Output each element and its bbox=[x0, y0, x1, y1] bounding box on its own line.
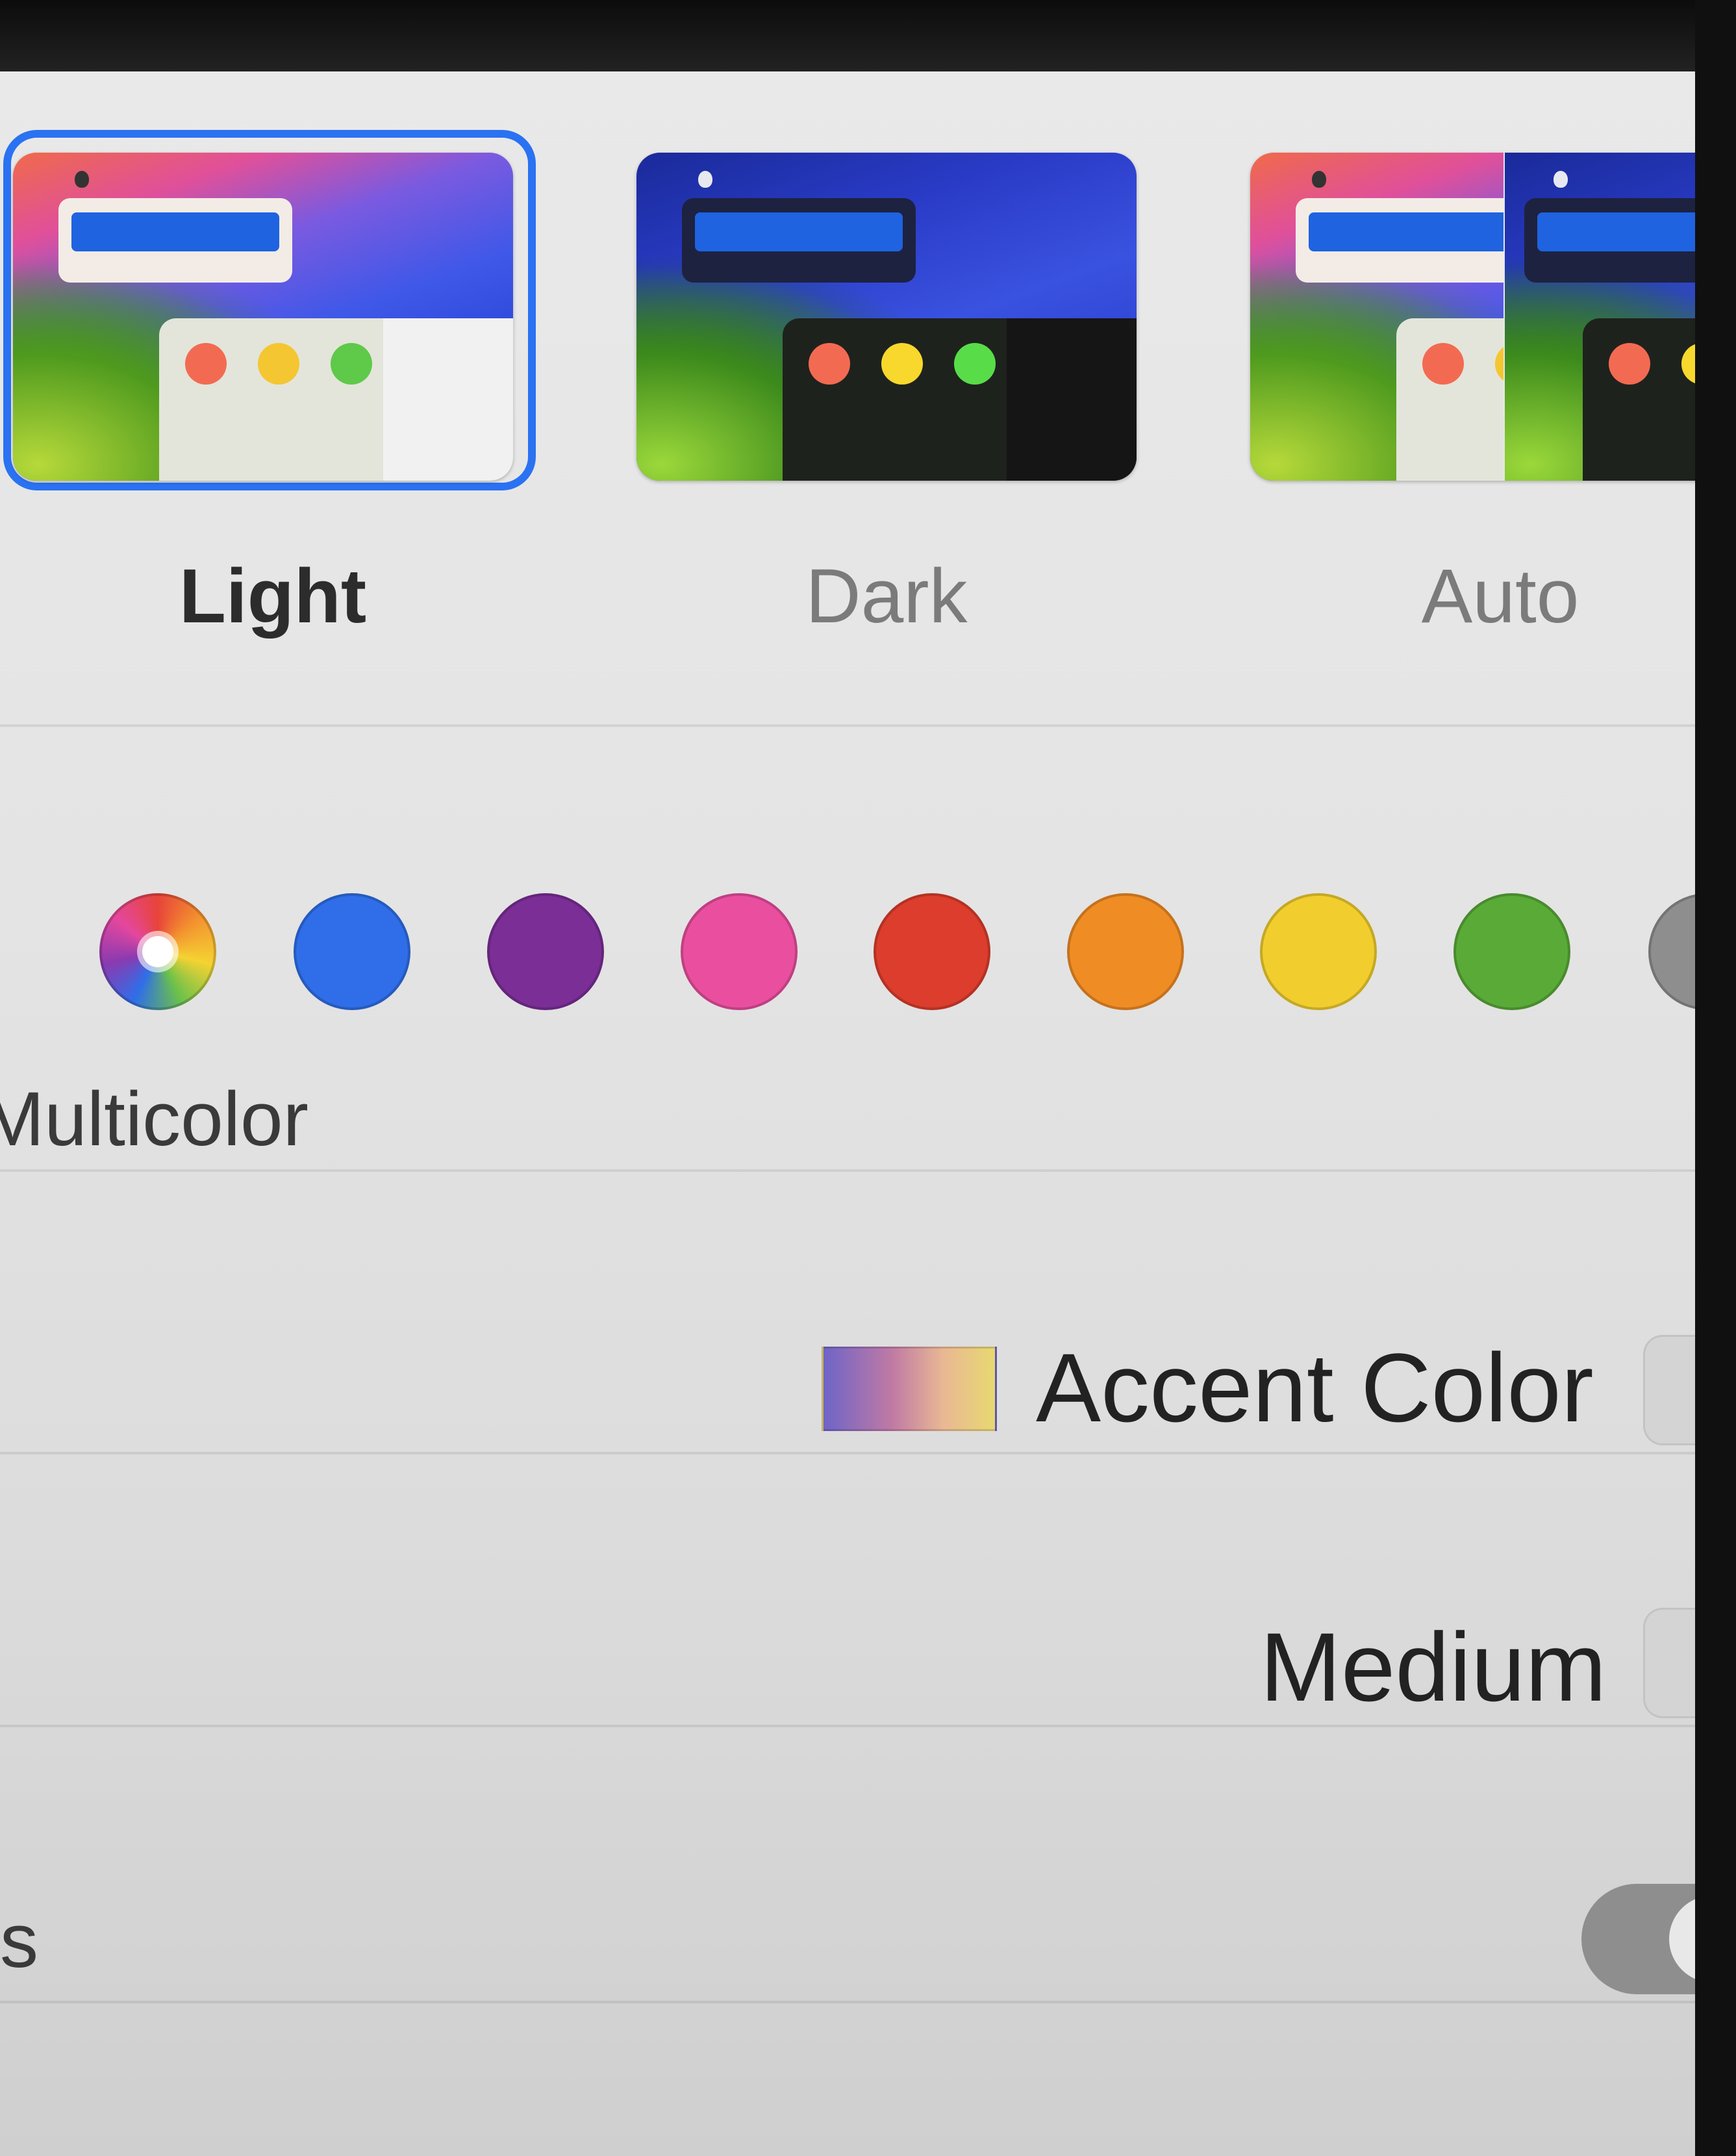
screen-bezel-top bbox=[0, 0, 1736, 71]
row-separator bbox=[0, 1725, 1695, 1727]
accent-swatch-orange[interactable] bbox=[1067, 893, 1184, 1010]
accent-swatch-graphite[interactable] bbox=[1648, 893, 1695, 1010]
window-preview bbox=[159, 318, 513, 481]
accent-swatch-green[interactable] bbox=[1453, 893, 1570, 1010]
accent-swatch-multicolor[interactable] bbox=[99, 893, 216, 1010]
accent-swatch-blue[interactable] bbox=[294, 893, 410, 1010]
close-dot-icon bbox=[185, 343, 227, 385]
minimize-dot-icon bbox=[1495, 343, 1503, 385]
apple-logo-icon bbox=[1554, 171, 1568, 188]
sidebar-icon-size-popup-button[interactable] bbox=[1643, 1608, 1695, 1718]
minimize-dot-icon bbox=[258, 343, 299, 385]
row-separator bbox=[0, 1169, 1695, 1172]
appearance-dark-thumbnail[interactable] bbox=[636, 153, 1137, 481]
window-preview bbox=[783, 318, 1137, 481]
apple-logo-icon bbox=[1312, 171, 1326, 188]
zoom-dot-icon bbox=[331, 343, 372, 385]
auto-dark-half bbox=[1505, 153, 1695, 481]
row-separator bbox=[0, 2001, 1695, 2003]
minimize-dot-icon bbox=[881, 343, 923, 385]
accent-swatch-pink[interactable] bbox=[681, 893, 798, 1010]
apple-logo-icon bbox=[75, 171, 89, 188]
highlight-color-value[interactable]: Accent Color bbox=[1036, 1332, 1594, 1444]
accent-swatch-purple[interactable] bbox=[487, 893, 604, 1010]
window-sidebar bbox=[1007, 318, 1137, 481]
accent-swatch-red[interactable] bbox=[874, 893, 990, 1010]
window-preview bbox=[1583, 318, 1695, 481]
zoom-dot-icon bbox=[954, 343, 996, 385]
appearance-light-label[interactable]: Light bbox=[110, 552, 435, 640]
appearance-settings-panel: Light Dark Auto Multicolor Accent Color … bbox=[0, 71, 1695, 2156]
row-separator bbox=[0, 1452, 1695, 1454]
screen-bezel-right bbox=[1695, 0, 1736, 2156]
minimize-dot-icon bbox=[1681, 343, 1695, 385]
auto-light-half bbox=[1250, 153, 1503, 481]
menu-highlight bbox=[695, 212, 903, 251]
appearance-dark-label[interactable]: Dark bbox=[724, 552, 1049, 640]
row-separator bbox=[0, 724, 1695, 727]
wallpaper-tinting-toggle[interactable] bbox=[1581, 1884, 1695, 1994]
menu-preview bbox=[1524, 198, 1695, 283]
sidebar-icon-size-value[interactable]: Medium bbox=[1260, 1611, 1607, 1723]
apple-logo-icon bbox=[698, 171, 712, 188]
menu-highlight bbox=[1309, 212, 1503, 251]
menu-highlight bbox=[71, 212, 279, 251]
menu-preview bbox=[1296, 198, 1503, 283]
appearance-auto-thumbnail[interactable] bbox=[1250, 153, 1695, 481]
close-dot-icon bbox=[1609, 343, 1650, 385]
window-sidebar bbox=[383, 318, 513, 481]
window-preview bbox=[1396, 318, 1503, 481]
menu-preview bbox=[58, 198, 292, 283]
menu-highlight bbox=[1537, 212, 1695, 251]
accent-swatch-yellow[interactable] bbox=[1260, 893, 1377, 1010]
close-dot-icon bbox=[1422, 343, 1464, 385]
accent-selected-label: Multicolor bbox=[0, 1076, 308, 1162]
appearance-light-thumbnail[interactable] bbox=[13, 153, 513, 481]
highlight-color-preview bbox=[822, 1347, 997, 1431]
menu-preview bbox=[682, 198, 916, 283]
close-dot-icon bbox=[809, 343, 850, 385]
appearance-auto-label[interactable]: Auto bbox=[1338, 552, 1663, 640]
wallpaper-tinting-label: s bbox=[0, 1898, 38, 1984]
highlight-color-popup-button[interactable] bbox=[1643, 1335, 1695, 1445]
